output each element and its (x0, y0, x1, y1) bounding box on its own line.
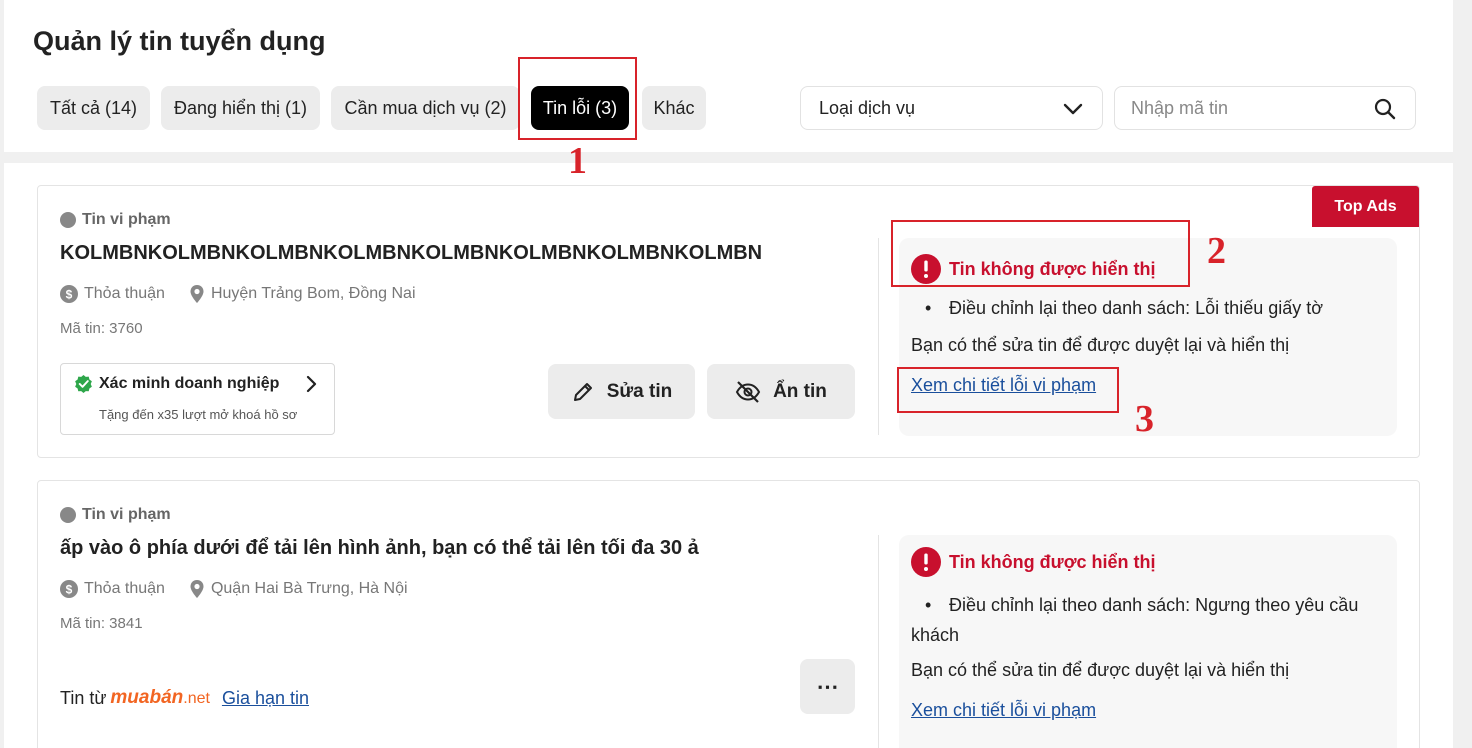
eye-off-icon (735, 380, 761, 404)
error-item-text: Điều chỉnh lại theo danh sách: Ngưng the… (949, 595, 1359, 615)
top-ads-badge: Top Ads (1312, 186, 1419, 227)
error-note: Bạn có thể sửa tin để được duyệt lại và … (911, 660, 1290, 680)
salary: Thỏa thuận (84, 580, 165, 597)
source-prefix: Tin từ (60, 688, 107, 708)
more-options-button[interactable]: ⋯ (800, 659, 855, 714)
annotation-box-detail-link (897, 367, 1119, 413)
location-pin-icon (189, 284, 205, 304)
status-text: Tin vi phạm (82, 211, 171, 228)
service-type-value: Loại dịch vụ (819, 97, 916, 118)
job-code: Mã tin: 3841 (60, 615, 143, 632)
salary: Thỏa thuận (84, 285, 165, 302)
job-code: Mã tin: 3760 (60, 320, 143, 337)
status-label: Tin vi phạm (60, 506, 171, 524)
status-label: Tin vi phạm (60, 211, 171, 229)
chevron-down-icon (1062, 98, 1084, 125)
error-box: Tin không được hiển thị • Điều chỉnh lại … (899, 535, 1397, 748)
card-divider (878, 238, 879, 435)
hide-button[interactable]: Ẩn tin (707, 364, 855, 419)
tab-all[interactable]: Tất cả (14) (37, 86, 150, 130)
annotation-number: 1 (568, 140, 587, 182)
job-card: Tin vi phạm ấp vào ô phía dưới để tải lê… (37, 480, 1420, 748)
muaban-logo: muabán.net (110, 687, 210, 709)
verify-title: Xác minh doanh nghiệp (99, 374, 280, 392)
verified-check-icon (74, 374, 93, 393)
tab-displaying[interactable]: Đang hiển thị (1) (161, 86, 320, 130)
job-title[interactable]: ấp vào ô phía dưới để tải lên hình ảnh, … (60, 537, 699, 560)
job-title[interactable]: KOLMBNKOLMBNKOLMBNKOLMBNKOLMBNKOLMBNKOLM… (60, 242, 762, 265)
error-item: • Điều chỉnh lại theo danh sách: Lỗi thiế… (925, 298, 1324, 318)
annotation-box-tab (518, 57, 637, 140)
pencil-icon (571, 380, 595, 404)
status-dot-icon (60, 507, 76, 523)
error-item-text: Điều chỉnh lại theo danh sách: Lỗi thiếu… (949, 298, 1324, 318)
dollar-icon: $ (60, 580, 78, 598)
verify-subtitle: Tặng đến x35 lượt mở khoá hồ sơ (99, 407, 298, 422)
verify-business-button[interactable]: Xác minh doanh nghiệp Tặng đến x35 lượt … (60, 363, 335, 435)
renew-link[interactable]: Gia hạn tin (222, 688, 309, 709)
tab-other[interactable]: Khác (642, 86, 706, 130)
brand-name: muabán (110, 687, 184, 708)
annotation-number: 3 (1135, 398, 1154, 440)
job-meta: $ Thỏa thuận Quận Hai Bà Trưng, Hà Nội (60, 579, 408, 599)
annotation-box-error-title (891, 220, 1190, 287)
error-item: • Điều chỉnh lại theo danh sách: Ngưng th… (911, 590, 1358, 650)
chevron-right-icon (304, 375, 318, 398)
error-detail-link[interactable]: Xem chi tiết lỗi vi phạm (911, 700, 1096, 721)
page-title: Quản lý tin tuyển dụng (33, 26, 326, 56)
brand-suffix: .net (183, 690, 210, 707)
status-text: Tin vi phạm (82, 506, 171, 523)
edit-button[interactable]: Sửa tin (548, 364, 695, 419)
tab-need-service[interactable]: Cần mua dịch vụ (2) (331, 86, 520, 130)
svg-text:$: $ (66, 583, 73, 597)
more-dots-icon: ⋯ (816, 673, 839, 699)
search-input[interactable] (1115, 87, 1355, 129)
svg-text:$: $ (66, 288, 73, 302)
search-box[interactable] (1114, 86, 1416, 130)
hide-label: Ẩn tin (773, 380, 827, 402)
location: Quận Hai Bà Trưng, Hà Nội (210, 580, 408, 597)
error-item-text-cont: khách (911, 625, 960, 645)
status-dot-icon (60, 212, 76, 228)
dollar-icon: $ (60, 285, 78, 303)
location-pin-icon (189, 579, 205, 599)
job-meta: $ Thỏa thuận Huyện Trảng Bom, Đồng Nai (60, 284, 416, 304)
job-card: Top Ads Tin vi phạm KOLMBNKOLMBNKOLMBNKO… (37, 185, 1420, 458)
location: Huyện Trảng Bom, Đồng Nai (210, 285, 416, 302)
service-type-select[interactable]: Loại dịch vụ (800, 86, 1103, 130)
search-icon[interactable] (1373, 97, 1397, 126)
source-line: Tin từ muabán.net Gia hạn tin (60, 687, 309, 709)
error-heading: Tin không được hiển thị (911, 547, 1156, 577)
card-divider (878, 535, 879, 748)
error-title: Tin không được hiển thị (949, 551, 1156, 572)
edit-label: Sửa tin (606, 380, 673, 402)
alert-icon (911, 547, 941, 577)
annotation-number: 2 (1207, 230, 1226, 272)
error-note: Bạn có thể sửa tin để được duyệt lại và … (911, 335, 1290, 355)
